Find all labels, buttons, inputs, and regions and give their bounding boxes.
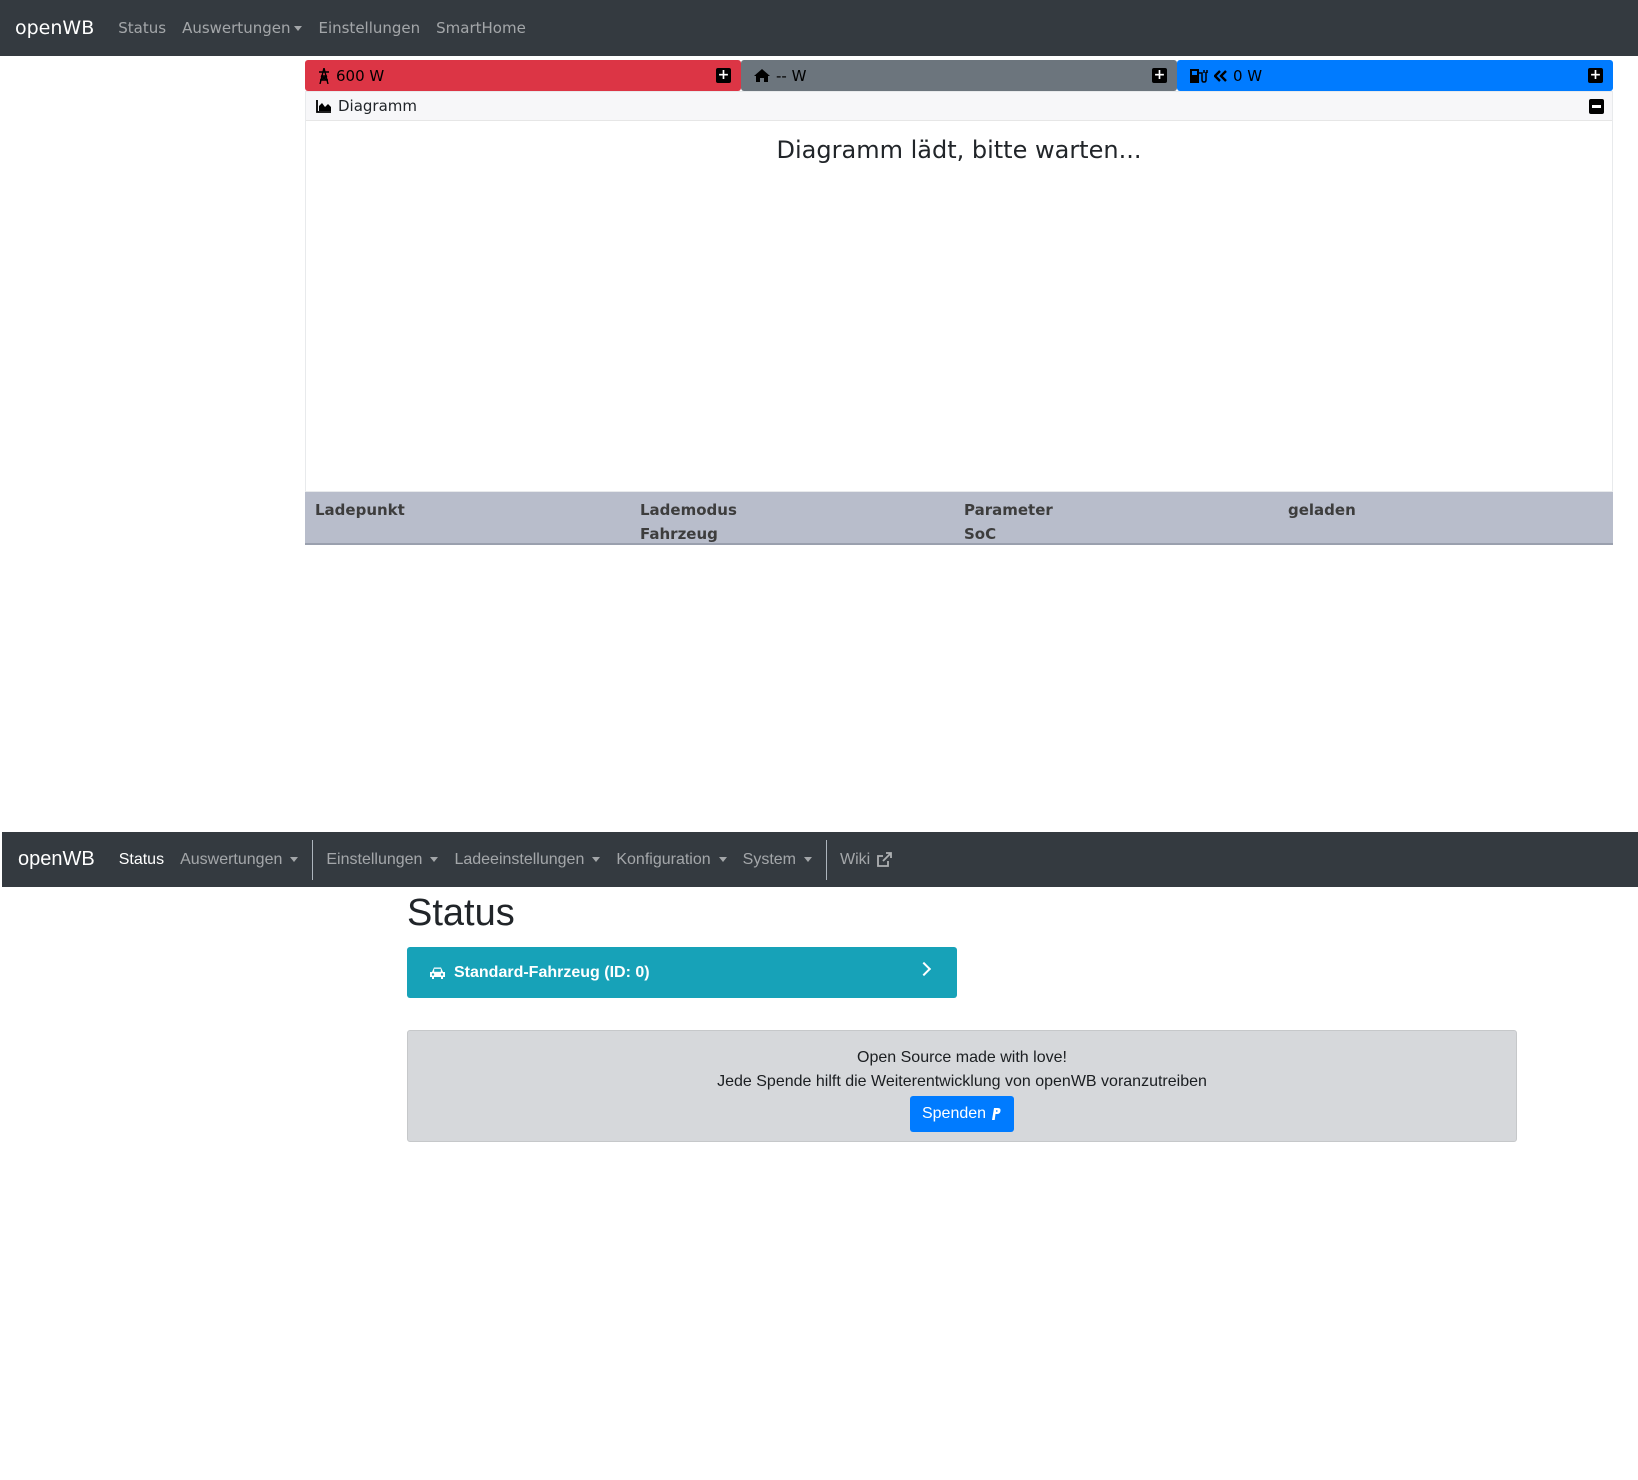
nav-system-label: System: [742, 850, 796, 868]
column-sublabel: Fahrzeug: [640, 525, 718, 543]
bottom-navbar: openWB Status Auswertungen Einstellungen…: [2, 832, 1638, 887]
area-chart-icon: [316, 99, 332, 113]
caret-down-icon: [803, 857, 812, 862]
expand-plus-icon[interactable]: +: [1588, 68, 1603, 83]
nav-auswertungen-label: Auswertungen: [182, 19, 291, 37]
nav-wiki[interactable]: Wiki: [839, 850, 893, 869]
column-label: geladen: [1288, 501, 1356, 519]
nav-auswertungen[interactable]: Auswertungen: [182, 19, 303, 37]
nav-smarthome[interactable]: SmartHome: [436, 19, 526, 37]
column-label: Lademodus: [640, 501, 737, 519]
grid-tower-icon: [317, 67, 331, 84]
diagram-loading-text: Diagramm lädt, bitte warten...: [776, 136, 1142, 164]
chevron-right-icon: [916, 961, 932, 977]
vehicle-card[interactable]: Standard-Fahrzeug (ID: 0): [407, 947, 957, 998]
nav-divider: [312, 839, 314, 880]
column-geladen: geladen: [1288, 498, 1356, 522]
brand-logo[interactable]: openWB: [18, 848, 95, 871]
expand-plus-icon[interactable]: +: [1152, 68, 1167, 83]
double-chevron-left-icon: [1214, 69, 1228, 82]
donate-box: Open Source made with love! Jede Spende …: [407, 1030, 1517, 1142]
page-title: Status: [407, 892, 515, 934]
donate-button-label: Spenden: [921, 1105, 987, 1122]
house-power-value: -- W: [776, 66, 807, 85]
column-sublabel: SoC: [964, 525, 997, 543]
nav-auswertungen[interactable]: Auswertungen: [180, 850, 299, 869]
chargepoint-table-header: Ladepunkt Lademodus Fahrzeug Parameter S…: [305, 492, 1613, 545]
column-label: Parameter: [964, 501, 1053, 519]
paypal-icon: [990, 1107, 1002, 1121]
expand-plus-icon[interactable]: +: [716, 68, 731, 83]
diagram-header[interactable]: Diagramm: [306, 92, 1612, 121]
house-power-bar[interactable]: -- W +: [741, 60, 1177, 91]
donate-line-2: Jede Spende hilft die Weiterentwicklung …: [717, 1073, 1207, 1090]
nav-auswertungen-label: Auswertungen: [180, 850, 283, 868]
column-label: Ladepunkt: [315, 501, 405, 519]
nav-status[interactable]: Status: [119, 851, 164, 869]
column-ladepunkt: Ladepunkt: [315, 498, 405, 522]
nav-ladeeinstellungen[interactable]: Ladeeinstellungen: [454, 850, 601, 869]
caret-down-icon: [290, 857, 299, 862]
nav-einstellungen[interactable]: Einstellungen: [318, 19, 420, 37]
donate-button[interactable]: Spenden: [909, 1096, 1015, 1132]
top-navbar: openWB Status Auswertungen Einstellungen…: [0, 0, 1638, 56]
column-parameter: Parameter SoC: [964, 498, 1053, 546]
diagram-header-label: Diagramm: [338, 97, 418, 115]
caret-down-icon: [592, 857, 601, 862]
nav-einstellungen-label: Einstellungen: [326, 850, 423, 868]
car-icon: [429, 966, 446, 980]
nav-ladeeinstellungen-label: Ladeeinstellungen: [454, 850, 585, 868]
grid-power-value: 600 W: [336, 66, 385, 85]
brand-logo[interactable]: openWB: [15, 17, 94, 39]
charge-power-bar[interactable]: 0 W +: [1177, 60, 1613, 91]
caret-down-icon: [294, 25, 303, 31]
nav-system[interactable]: System: [743, 851, 812, 869]
vehicle-label: Standard-Fahrzeug (ID: 0): [454, 963, 650, 981]
grid-power-bar[interactable]: 600 W +: [305, 60, 741, 91]
nav-wiki-label: Wiki: [839, 850, 871, 868]
nav-divider: [825, 839, 827, 880]
nav-konfiguration-label: Konfiguration: [616, 850, 711, 868]
nav-status[interactable]: Status: [118, 19, 166, 37]
column-lademodus: Lademodus Fahrzeug: [640, 498, 737, 546]
donate-line-1: Open Source made with love!: [857, 1049, 1067, 1066]
external-link-icon: [876, 851, 893, 868]
diagram-card: Diagramm Diagramm lädt, bitte warten...: [305, 91, 1613, 492]
charging-station-icon: [1189, 68, 1209, 84]
house-icon: [753, 68, 771, 83]
charge-power-value: 0 W: [1233, 66, 1263, 85]
caret-down-icon: [430, 857, 439, 862]
caret-down-icon: [718, 857, 727, 862]
nav-konfiguration[interactable]: Konfiguration: [616, 850, 727, 869]
collapse-minus-icon[interactable]: [1589, 99, 1604, 114]
nav-einstellungen[interactable]: Einstellungen: [326, 850, 439, 869]
